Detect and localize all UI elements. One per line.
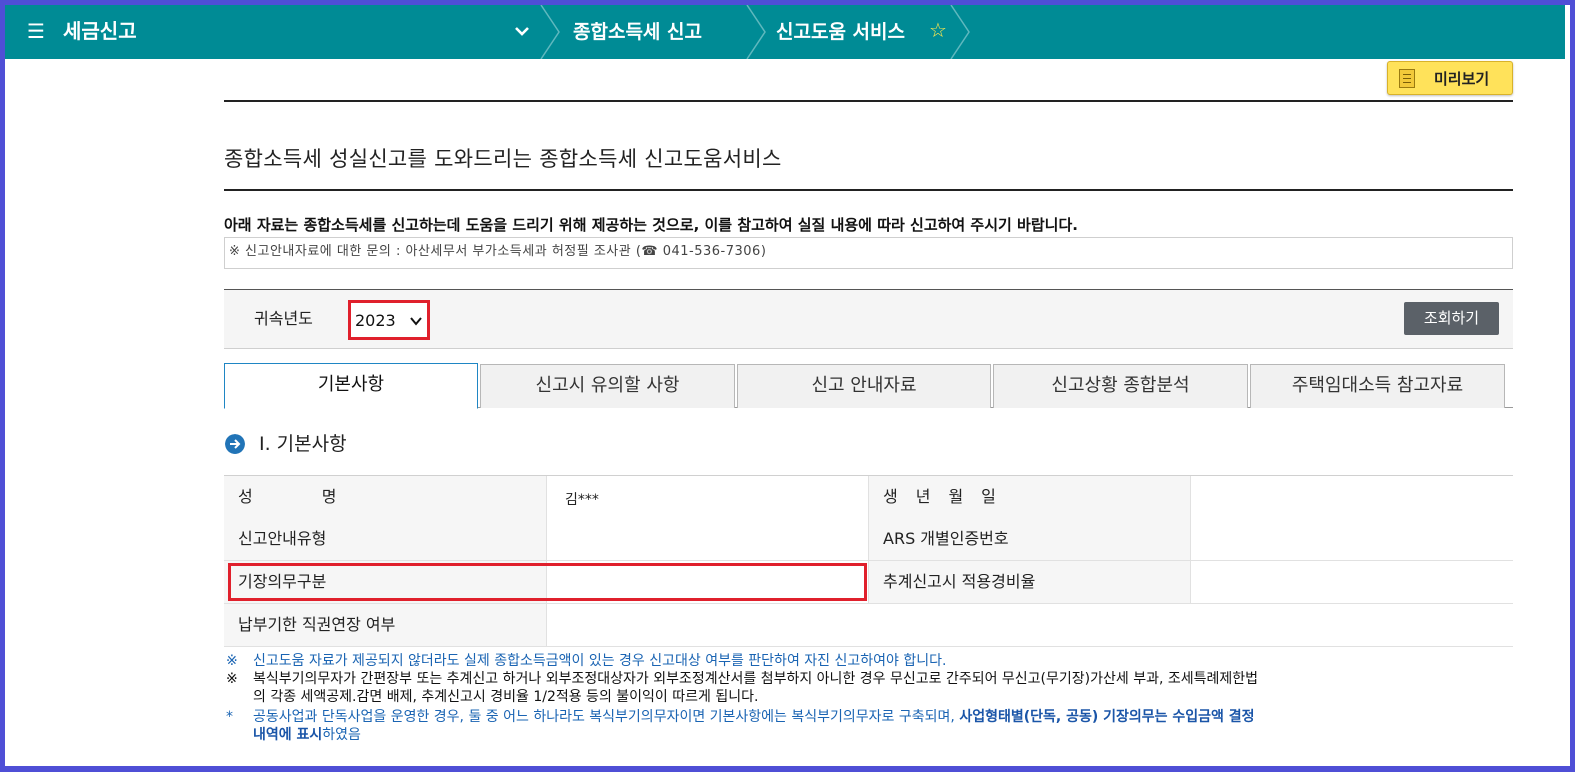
breadcrumb-filing-help[interactable]: 신고도움 서비스 — [776, 19, 905, 45]
tab-filing-cautions[interactable]: 신고시 유의할 사항 — [480, 364, 735, 408]
page-title: 종합소득세 성실신고를 도와드리는 종합소득세 신고도움서비스 — [224, 147, 782, 171]
table-row: 성 명 김*** 생 년 월 일 — [224, 475, 1513, 518]
notice-text: 아래 자료는 종합소득세를 신고하는데 도움을 드리기 위해 제공하는 것으로,… — [224, 216, 1078, 234]
breadcrumb-separator-icon — [950, 5, 970, 59]
birth-date-value — [1190, 476, 1513, 518]
table-row: 신고안내유형 ARS 개별인증번호 — [224, 518, 1513, 561]
guide-type-label: 신고안내유형 — [224, 518, 546, 560]
year-search-panel: 귀속년도 2023 조회하기 — [224, 289, 1513, 349]
note-item: ※ 복식부기의무자가 간편장부 또는 추계신고 하거나 외부조정대상자가 외부조… — [226, 670, 1506, 706]
guide-type-value — [546, 518, 868, 560]
breadcrumb-separator-icon — [540, 5, 560, 59]
divider — [224, 189, 1513, 191]
inquiry-info: ※ 신고안내자료에 대한 문의 : 아산세무서 부가소득세과 허정필 조사관 (… — [224, 237, 1513, 269]
note-text: 신고도움 자료가 제공되지 않더라도 실제 종합소득금액이 있는 경우 신고대상… — [253, 653, 947, 669]
expense-rate-label: 추계신고시 적용경비율 — [868, 561, 1190, 603]
year-select-value: 2023 — [355, 311, 396, 330]
arrow-circle-icon — [225, 434, 245, 454]
ars-number-value — [1190, 518, 1513, 560]
note-item: ※ 신고도움 자료가 제공되지 않더라도 실제 종합소득금액이 있는 경우 신고… — [226, 652, 1506, 670]
divider — [224, 100, 1513, 102]
tab-filing-guide[interactable]: 신고 안내자료 — [737, 364, 991, 408]
name-value: 김*** — [546, 476, 868, 518]
preview-button[interactable]: 미리보기 — [1387, 61, 1513, 95]
ars-number-label: ARS 개별인증번호 — [868, 518, 1190, 560]
brand-title[interactable]: 세금신고 — [63, 18, 137, 44]
name-label: 성 명 — [224, 476, 546, 518]
basic-info-table: 성 명 김*** 생 년 월 일 신고안내유형 ARS 개별인증번호 기장의무구… — [224, 475, 1513, 647]
note-text: 복식부기의무자가 간편장부 또는 추계신고 하거나 외부조정대상자가 외부조정계… — [253, 671, 1259, 687]
tab-bar: 기본사항 신고시 유의할 사항 신고 안내자료 신고상황 종합분석 주택임대소득… — [224, 363, 1513, 409]
note-emphasis: 내역에 표시 — [253, 727, 323, 743]
top-navigation-bar: ☰ 세금신고 종합소득세 신고 신고도움 서비스 ☆ — [5, 5, 1565, 59]
payment-extension-label: 납부기한 직권연장 여부 — [224, 604, 546, 646]
expense-rate-value — [1190, 561, 1513, 603]
note-text: 공동사업과 단독사업을 운영한 경우, 둘 중 어느 하나라도 복식부기의무자이… — [253, 709, 960, 725]
tab-filing-analysis[interactable]: 신고상황 종합분석 — [993, 364, 1248, 408]
breadcrumb-separator-icon — [746, 5, 766, 59]
year-label: 귀속년도 — [254, 309, 313, 328]
tab-basic-info[interactable]: 기본사항 — [224, 363, 478, 409]
breadcrumb-income-tax[interactable]: 종합소득세 신고 — [573, 19, 702, 45]
note-item: * 공동사업과 단독사업을 운영한 경우, 둘 중 어느 하나라도 복식부기의무… — [226, 708, 1506, 744]
search-button[interactable]: 조회하기 — [1404, 302, 1499, 335]
note-mark: ※ — [226, 653, 238, 669]
document-icon — [1399, 69, 1415, 88]
chevron-down-icon — [410, 317, 422, 326]
notes-section: ※ 신고도움 자료가 제공되지 않더라도 실제 종합소득금액이 있는 경우 신고… — [226, 652, 1506, 744]
chevron-down-icon[interactable] — [512, 21, 532, 41]
note-mark: ※ — [226, 671, 238, 687]
preview-button-label: 미리보기 — [1434, 70, 1490, 88]
year-select[interactable]: 2023 — [348, 300, 430, 340]
note-mark: * — [226, 709, 233, 725]
note-emphasis: 사업형태별(단독, 공동) 기장의무는 수입금액 결정 — [959, 709, 1255, 725]
tab-housing-rental[interactable]: 주택임대소득 참고자료 — [1250, 364, 1505, 408]
note-text: 하였음 — [322, 727, 361, 743]
birth-date-label: 생 년 월 일 — [868, 476, 1190, 518]
hamburger-icon[interactable]: ☰ — [27, 20, 47, 42]
star-outline-icon[interactable]: ☆ — [929, 17, 947, 43]
highlight-annotation — [228, 563, 867, 601]
payment-extension-value — [546, 604, 1513, 646]
note-text: 의 각종 세액공제.감면 배제, 추계신고시 경비율 1/2적용 등의 불이익이… — [253, 689, 759, 705]
table-row: 납부기한 직권연장 여부 — [224, 604, 1513, 647]
section-title: Ⅰ. 기본사항 — [259, 433, 347, 455]
